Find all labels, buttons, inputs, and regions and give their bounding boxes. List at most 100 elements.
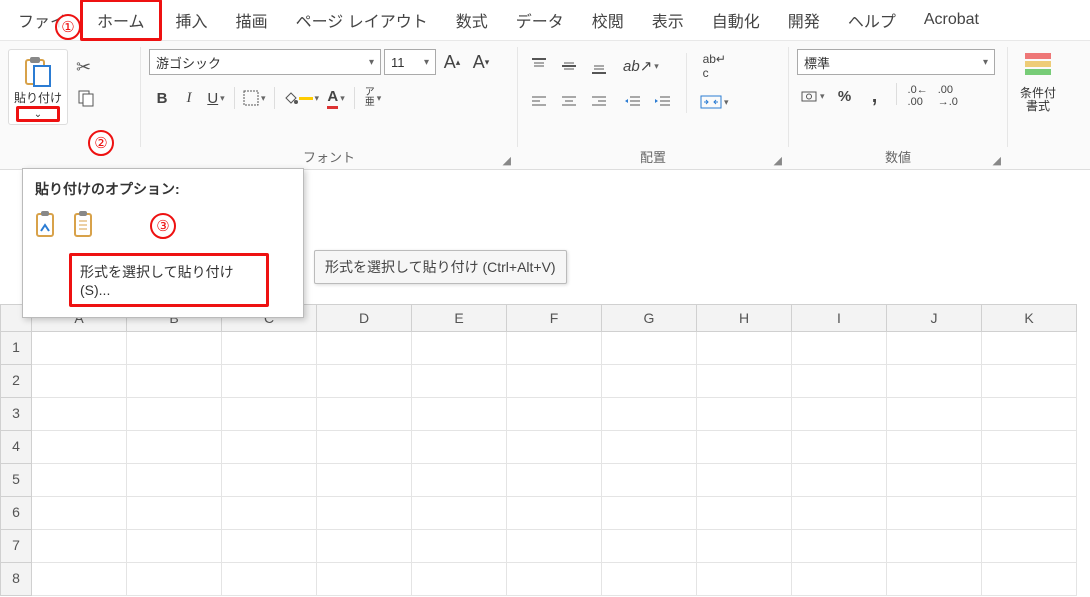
increase-font-button[interactable]: A▴	[439, 49, 465, 75]
cell[interactable]	[792, 563, 887, 596]
cell[interactable]	[317, 365, 412, 398]
cell[interactable]	[317, 464, 412, 497]
cell[interactable]	[982, 530, 1077, 563]
cell[interactable]	[317, 530, 412, 563]
cell[interactable]	[507, 497, 602, 530]
underline-button[interactable]: U▾	[203, 85, 229, 111]
paste-dropdown-arrow[interactable]: ⌄	[16, 106, 60, 122]
decrease-indent-button[interactable]	[620, 89, 646, 115]
font-dialog-launcher[interactable]: ◢	[503, 154, 511, 167]
row-header[interactable]: 4	[0, 431, 32, 464]
align-top-button[interactable]	[526, 53, 552, 79]
bold-button[interactable]: B	[149, 85, 175, 111]
fill-color-button[interactable]: ▾	[280, 85, 323, 111]
decrease-decimal-button[interactable]: .00→.0	[935, 83, 961, 109]
cell[interactable]	[982, 398, 1077, 431]
cell[interactable]	[412, 398, 507, 431]
cell[interactable]	[887, 497, 982, 530]
orientation-button[interactable]: ab↗▾	[620, 53, 662, 79]
align-left-button[interactable]	[526, 89, 552, 115]
cell[interactable]	[602, 530, 697, 563]
cell[interactable]	[32, 398, 127, 431]
cell[interactable]	[602, 563, 697, 596]
tab-home[interactable]: ホーム	[80, 0, 162, 41]
cell[interactable]	[32, 530, 127, 563]
cell[interactable]	[317, 398, 412, 431]
col-header[interactable]: F	[507, 304, 602, 332]
wrap-text-button[interactable]: ab↵c	[697, 53, 732, 79]
row-header[interactable]: 2	[0, 365, 32, 398]
tab-acrobat[interactable]: Acrobat	[910, 5, 993, 35]
comma-button[interactable]: ,	[862, 83, 888, 109]
cell[interactable]	[887, 464, 982, 497]
cell[interactable]	[602, 431, 697, 464]
row-header[interactable]: 3	[0, 398, 32, 431]
cell[interactable]	[507, 332, 602, 365]
cell[interactable]	[887, 332, 982, 365]
cell[interactable]	[412, 365, 507, 398]
cell[interactable]	[317, 431, 412, 464]
col-header[interactable]: D	[317, 304, 412, 332]
cell[interactable]	[697, 563, 792, 596]
cell[interactable]	[507, 398, 602, 431]
cell[interactable]	[222, 563, 317, 596]
cell[interactable]	[507, 464, 602, 497]
cell[interactable]	[982, 332, 1077, 365]
tab-formulas[interactable]: 数式	[442, 2, 502, 38]
decrease-font-button[interactable]: A▾	[468, 49, 494, 75]
cell[interactable]	[222, 497, 317, 530]
cell[interactable]	[602, 332, 697, 365]
cell[interactable]	[412, 431, 507, 464]
cell[interactable]	[222, 365, 317, 398]
cell[interactable]	[222, 464, 317, 497]
font-size-combo[interactable]: 11▾	[384, 49, 436, 75]
number-dialog-launcher[interactable]: ◢	[993, 154, 1001, 167]
cell[interactable]	[317, 332, 412, 365]
row-header[interactable]: 5	[0, 464, 32, 497]
phonetic-guide-button[interactable]: ア 亜▾	[360, 85, 386, 111]
italic-button[interactable]: I	[176, 85, 202, 111]
align-bottom-button[interactable]	[586, 53, 612, 79]
col-header[interactable]: K	[982, 304, 1077, 332]
cell[interactable]	[982, 431, 1077, 464]
cell[interactable]	[127, 398, 222, 431]
conditional-formatting-icon[interactable]	[1023, 49, 1053, 79]
paste-values-icon[interactable]	[73, 211, 97, 239]
cell[interactable]	[507, 365, 602, 398]
cell[interactable]	[792, 464, 887, 497]
cell[interactable]	[982, 365, 1077, 398]
cell[interactable]	[222, 431, 317, 464]
tab-page-layout[interactable]: ページ レイアウト	[282, 2, 442, 38]
align-right-button[interactable]	[586, 89, 612, 115]
cell[interactable]	[697, 332, 792, 365]
row-header[interactable]: 1	[0, 332, 32, 365]
cell[interactable]	[32, 497, 127, 530]
col-header[interactable]: H	[697, 304, 792, 332]
paste-special-menuitem[interactable]: 形式を選択して貼り付け(S)...	[69, 253, 269, 307]
paste-keep-formatting-icon[interactable]	[35, 211, 59, 239]
cell[interactable]	[127, 497, 222, 530]
border-button[interactable]: ▾	[240, 85, 269, 111]
row-header[interactable]: 8	[0, 563, 32, 596]
cell[interactable]	[317, 563, 412, 596]
tab-draw[interactable]: 描画	[222, 2, 282, 38]
font-name-combo[interactable]: 游ゴシック▾	[149, 49, 381, 75]
cell[interactable]	[507, 563, 602, 596]
cell[interactable]	[982, 497, 1077, 530]
cell[interactable]	[792, 398, 887, 431]
cell[interactable]	[887, 431, 982, 464]
cell[interactable]	[32, 431, 127, 464]
cell[interactable]	[887, 365, 982, 398]
cut-icon[interactable]: ✂	[76, 57, 96, 78]
tab-view[interactable]: 表示	[638, 2, 698, 38]
cell[interactable]	[412, 563, 507, 596]
cell[interactable]	[697, 530, 792, 563]
cell[interactable]	[412, 464, 507, 497]
cell[interactable]	[127, 431, 222, 464]
tab-review[interactable]: 校閲	[578, 2, 638, 38]
col-header[interactable]: J	[887, 304, 982, 332]
cell[interactable]	[32, 464, 127, 497]
col-header[interactable]: G	[602, 304, 697, 332]
cell[interactable]	[792, 332, 887, 365]
cell[interactable]	[127, 530, 222, 563]
